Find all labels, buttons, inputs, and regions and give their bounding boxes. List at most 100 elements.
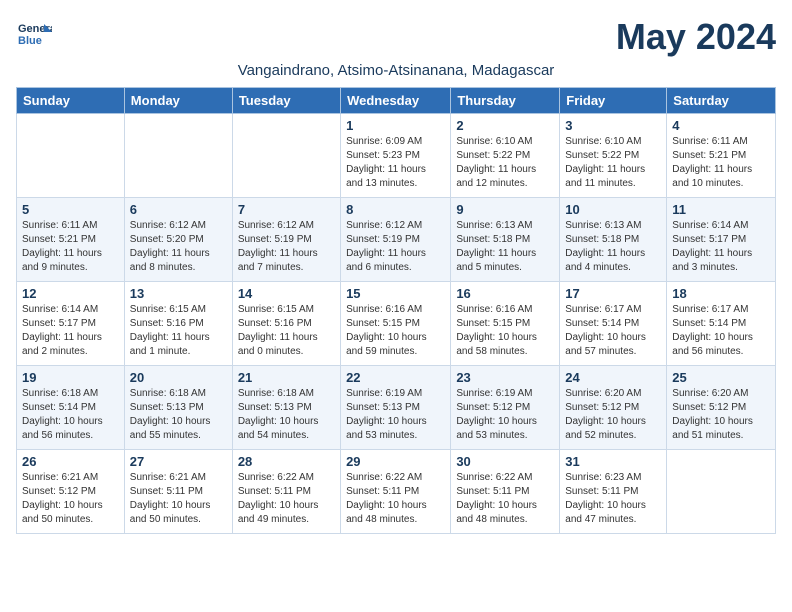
day-number: 23 (456, 370, 554, 385)
day-info: Sunrise: 6:11 AM Sunset: 5:21 PM Dayligh… (672, 135, 770, 191)
calendar-cell: 3Sunrise: 6:10 AM Sunset: 5:22 PM Daylig… (560, 114, 667, 198)
day-number: 31 (565, 454, 661, 469)
day-number: 29 (346, 454, 445, 469)
calendar-cell: 12 Sunrise: 6:14 AM Sunset: 5:17 PM Dayli… (17, 282, 125, 366)
day-number: 9 (456, 202, 554, 217)
calendar-cell: 17 Sunrise: 6:17 AM Sunset: 5:14 PM Dayli… (560, 282, 667, 366)
calendar-body: 1Sunrise: 6:09 AM Sunset: 5:23 PM Daylig… (17, 114, 776, 534)
day-info: Sunrise: 6:12 AM Sunset: 5:19 PM Dayligh… (238, 219, 335, 275)
calendar-cell: 6 Sunrise: 6:12 AM Sunset: 5:20 PM Daylig… (124, 198, 232, 282)
calendar-week-row: 5Sunrise: 6:11 AM Sunset: 5:21 PM Daylig… (17, 198, 776, 282)
calendar-cell: 31 Sunrise: 6:23 AM Sunset: 5:11 PM Dayli… (560, 450, 667, 534)
calendar-cell: 24 Sunrise: 6:20 AM Sunset: 5:12 PM Dayli… (560, 366, 667, 450)
day-number: 1 (346, 118, 445, 133)
day-number: 26 (22, 454, 119, 469)
day-number: 18 (672, 286, 770, 301)
day-info: Sunrise: 6:10 AM Sunset: 5:22 PM Dayligh… (565, 135, 661, 191)
calendar-cell: 22 Sunrise: 6:19 AM Sunset: 5:13 PM Dayli… (341, 366, 451, 450)
calendar-cell: 7Sunrise: 6:12 AM Sunset: 5:19 PM Daylig… (232, 198, 340, 282)
calendar-cell: 2Sunrise: 6:10 AM Sunset: 5:22 PM Daylig… (451, 114, 560, 198)
day-info: Sunrise: 6:22 AM Sunset: 5:11 PM Dayligh… (456, 471, 554, 527)
day-info: Sunrise: 6:16 AM Sunset: 5:15 PM Dayligh… (456, 303, 554, 359)
day-info: Sunrise: 6:12 AM Sunset: 5:20 PM Dayligh… (130, 219, 227, 275)
calendar-cell: 1Sunrise: 6:09 AM Sunset: 5:23 PM Daylig… (341, 114, 451, 198)
day-number: 10 (565, 202, 661, 217)
calendar-cell: 29 Sunrise: 6:22 AM Sunset: 5:11 PM Dayli… (341, 450, 451, 534)
day-info: Sunrise: 6:20 AM Sunset: 5:12 PM Dayligh… (672, 387, 770, 443)
calendar: SundayMondayTuesdayWednesdayThursdayFrid… (16, 87, 776, 534)
logo: General Blue (16, 16, 56, 52)
day-info: Sunrise: 6:13 AM Sunset: 5:18 PM Dayligh… (565, 219, 661, 275)
calendar-cell: 4Sunrise: 6:11 AM Sunset: 5:21 PM Daylig… (667, 114, 776, 198)
day-info: Sunrise: 6:22 AM Sunset: 5:11 PM Dayligh… (346, 471, 445, 527)
day-info: Sunrise: 6:18 AM Sunset: 5:13 PM Dayligh… (130, 387, 227, 443)
day-number: 22 (346, 370, 445, 385)
calendar-cell (124, 114, 232, 198)
day-info: Sunrise: 6:21 AM Sunset: 5:11 PM Dayligh… (130, 471, 227, 527)
day-info: Sunrise: 6:21 AM Sunset: 5:12 PM Dayligh… (22, 471, 119, 527)
calendar-cell (17, 114, 125, 198)
day-of-week-header: Sunday (17, 88, 125, 114)
calendar-week-row: 26 Sunrise: 6:21 AM Sunset: 5:12 PM Dayli… (17, 450, 776, 534)
day-info: Sunrise: 6:14 AM Sunset: 5:17 PM Dayligh… (22, 303, 119, 359)
day-number: 30 (456, 454, 554, 469)
calendar-cell: 30 Sunrise: 6:22 AM Sunset: 5:11 PM Dayli… (451, 450, 560, 534)
day-number: 16 (456, 286, 554, 301)
calendar-cell (232, 114, 340, 198)
calendar-header-row: SundayMondayTuesdayWednesdayThursdayFrid… (17, 88, 776, 114)
calendar-week-row: 19 Sunrise: 6:18 AM Sunset: 5:14 PM Dayli… (17, 366, 776, 450)
day-number: 17 (565, 286, 661, 301)
calendar-cell: 27 Sunrise: 6:21 AM Sunset: 5:11 PM Dayli… (124, 450, 232, 534)
calendar-cell: 9 Sunrise: 6:13 AM Sunset: 5:18 PM Daylig… (451, 198, 560, 282)
day-number: 5 (22, 202, 119, 217)
day-number: 21 (238, 370, 335, 385)
calendar-cell (667, 450, 776, 534)
calendar-cell: 14 Sunrise: 6:15 AM Sunset: 5:16 PM Dayli… (232, 282, 340, 366)
day-number: 24 (565, 370, 661, 385)
subtitle: Vangaindrano, Atsimo-Atsinanana, Madagas… (16, 62, 776, 79)
day-number: 25 (672, 370, 770, 385)
calendar-cell: 8 Sunrise: 6:12 AM Sunset: 5:19 PM Daylig… (341, 198, 451, 282)
calendar-week-row: 12 Sunrise: 6:14 AM Sunset: 5:17 PM Dayli… (17, 282, 776, 366)
day-number: 12 (22, 286, 119, 301)
calendar-cell: 19 Sunrise: 6:18 AM Sunset: 5:14 PM Dayli… (17, 366, 125, 450)
day-number: 2 (456, 118, 554, 133)
day-of-week-header: Saturday (667, 88, 776, 114)
calendar-cell: 15Sunrise: 6:16 AM Sunset: 5:15 PM Dayli… (341, 282, 451, 366)
calendar-cell: 28Sunrise: 6:22 AM Sunset: 5:11 PM Dayli… (232, 450, 340, 534)
day-info: Sunrise: 6:14 AM Sunset: 5:17 PM Dayligh… (672, 219, 770, 275)
svg-text:Blue: Blue (18, 35, 42, 47)
calendar-cell: 5Sunrise: 6:11 AM Sunset: 5:21 PM Daylig… (17, 198, 125, 282)
day-number: 11 (672, 202, 770, 217)
calendar-cell: 11 Sunrise: 6:14 AM Sunset: 5:17 PM Dayli… (667, 198, 776, 282)
day-info: Sunrise: 6:17 AM Sunset: 5:14 PM Dayligh… (565, 303, 661, 359)
calendar-cell: 23 Sunrise: 6:19 AM Sunset: 5:12 PM Dayli… (451, 366, 560, 450)
day-of-week-header: Wednesday (341, 88, 451, 114)
day-info: Sunrise: 6:18 AM Sunset: 5:13 PM Dayligh… (238, 387, 335, 443)
day-number: 20 (130, 370, 227, 385)
day-number: 14 (238, 286, 335, 301)
day-info: Sunrise: 6:18 AM Sunset: 5:14 PM Dayligh… (22, 387, 119, 443)
calendar-cell: 18 Sunrise: 6:17 AM Sunset: 5:14 PM Dayli… (667, 282, 776, 366)
day-number: 27 (130, 454, 227, 469)
day-of-week-header: Tuesday (232, 88, 340, 114)
day-number: 8 (346, 202, 445, 217)
day-info: Sunrise: 6:19 AM Sunset: 5:13 PM Dayligh… (346, 387, 445, 443)
day-of-week-header: Thursday (451, 88, 560, 114)
day-info: Sunrise: 6:23 AM Sunset: 5:11 PM Dayligh… (565, 471, 661, 527)
day-info: Sunrise: 6:22 AM Sunset: 5:11 PM Dayligh… (238, 471, 335, 527)
day-info: Sunrise: 6:19 AM Sunset: 5:12 PM Dayligh… (456, 387, 554, 443)
day-info: Sunrise: 6:17 AM Sunset: 5:14 PM Dayligh… (672, 303, 770, 359)
calendar-week-row: 1Sunrise: 6:09 AM Sunset: 5:23 PM Daylig… (17, 114, 776, 198)
day-info: Sunrise: 6:13 AM Sunset: 5:18 PM Dayligh… (456, 219, 554, 275)
day-info: Sunrise: 6:20 AM Sunset: 5:12 PM Dayligh… (565, 387, 661, 443)
page-header: General Blue May 2024 (16, 16, 776, 58)
day-number: 13 (130, 286, 227, 301)
day-info: Sunrise: 6:12 AM Sunset: 5:19 PM Dayligh… (346, 219, 445, 275)
day-number: 6 (130, 202, 227, 217)
calendar-cell: 26 Sunrise: 6:21 AM Sunset: 5:12 PM Dayli… (17, 450, 125, 534)
day-info: Sunrise: 6:15 AM Sunset: 5:16 PM Dayligh… (238, 303, 335, 359)
logo-icon: General Blue (16, 16, 52, 52)
day-info: Sunrise: 6:16 AM Sunset: 5:15 PM Dayligh… (346, 303, 445, 359)
day-number: 19 (22, 370, 119, 385)
